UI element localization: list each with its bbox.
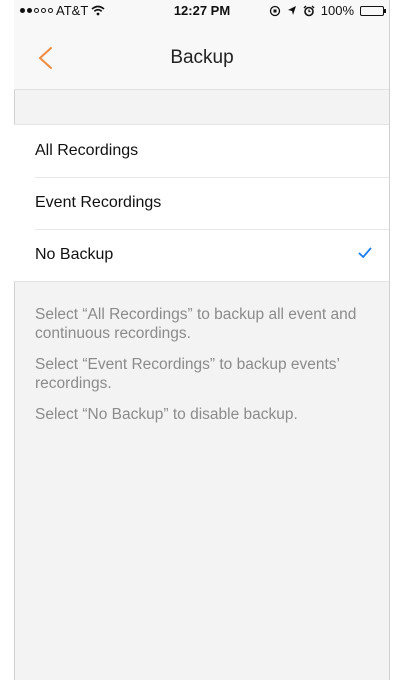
- status-bar: AT&T 12:27 PM 100%: [14, 0, 390, 20]
- note-no-backup: Select “No Backup” to disable backup.: [35, 406, 298, 423]
- note-all-recordings: Select “All Recordings” to backup all ev…: [35, 306, 357, 342]
- rotation-lock-icon: [269, 5, 280, 16]
- help-notes: Select “All Recordings” to backup all ev…: [35, 305, 365, 436]
- page-title: Backup: [170, 47, 234, 68]
- battery-percent: 100%: [320, 3, 354, 18]
- phone-screen: AT&T 12:27 PM 100% Backup All Recordings…: [14, 0, 390, 680]
- battery-icon: [360, 5, 386, 16]
- option-event-recordings[interactable]: Event Recordings: [14, 177, 390, 229]
- option-label: All Recordings: [35, 142, 139, 159]
- checkmark-icon: [358, 247, 372, 258]
- note-event-recordings: Select “Event Recordings” to backup even…: [35, 356, 340, 392]
- alarm-clock-icon: [303, 5, 315, 16]
- option-label: No Backup: [35, 246, 114, 263]
- top-bar: AT&T 12:27 PM 100% Backup: [14, 0, 390, 90]
- option-label: Event Recordings: [35, 194, 162, 211]
- option-all-recordings[interactable]: All Recordings: [14, 125, 390, 177]
- option-no-backup[interactable]: No Backup: [14, 229, 390, 281]
- status-right: 100%: [269, 3, 386, 18]
- navigation-bar: Backup: [14, 36, 390, 80]
- backup-options-list: All Recordings Event Recordings No Backu…: [14, 124, 390, 282]
- location-arrow-icon: [287, 6, 296, 15]
